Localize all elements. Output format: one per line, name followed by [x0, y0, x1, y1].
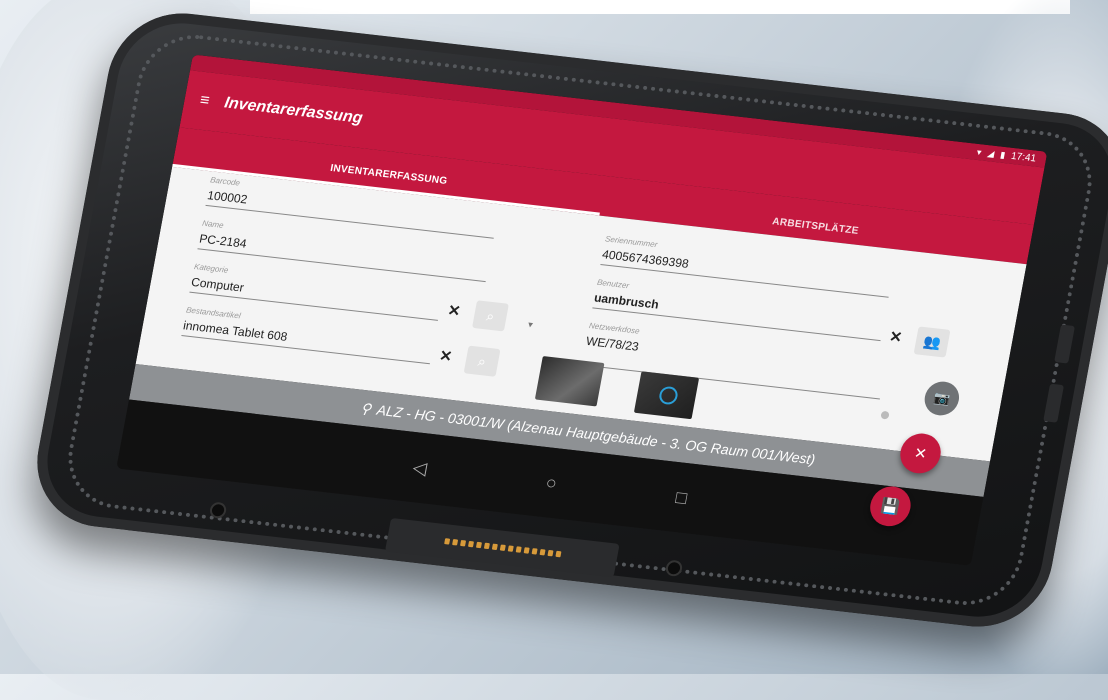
- status-time: 17:41: [1010, 150, 1038, 165]
- people-icon: 👥: [921, 332, 943, 351]
- app-title: Inventarerfassung: [223, 94, 364, 127]
- back-icon[interactable]: ◁: [411, 457, 428, 479]
- search-icon: ⌕: [476, 352, 488, 370]
- benutzer-select-button[interactable]: 👥: [913, 326, 951, 358]
- close-icon: ✕: [912, 444, 929, 463]
- location-pin-icon: ⚲: [359, 399, 373, 417]
- hamburger-menu-icon[interactable]: ≡: [183, 90, 226, 112]
- photo-detail: [657, 385, 680, 406]
- camera-icon: 📷: [932, 389, 952, 407]
- save-icon: 💾: [879, 497, 902, 517]
- more-indicator: [880, 410, 890, 420]
- kategorie-search-button[interactable]: ⌕: [472, 300, 509, 332]
- camera-button[interactable]: 📷: [921, 379, 962, 418]
- home-icon[interactable]: ○: [544, 472, 558, 494]
- photo-thumbnail[interactable]: [534, 356, 605, 407]
- kategorie-clear-button[interactable]: ✕: [446, 301, 462, 320]
- bestandsartikel-clear-button[interactable]: ✕: [438, 346, 454, 365]
- signal-icon: ◢: [986, 147, 996, 159]
- benutzer-clear-button[interactable]: ✕: [888, 327, 904, 346]
- bestandsartikel-search-button[interactable]: ⌕: [463, 345, 501, 377]
- wifi-icon: ▾: [976, 146, 983, 157]
- photo-thumbnail[interactable]: [633, 371, 700, 420]
- chevron-down-icon[interactable]: ▼: [526, 320, 536, 330]
- recents-icon[interactable]: □: [674, 487, 688, 509]
- battery-icon: ▮: [999, 149, 1007, 160]
- search-icon: ⌕: [485, 307, 496, 324]
